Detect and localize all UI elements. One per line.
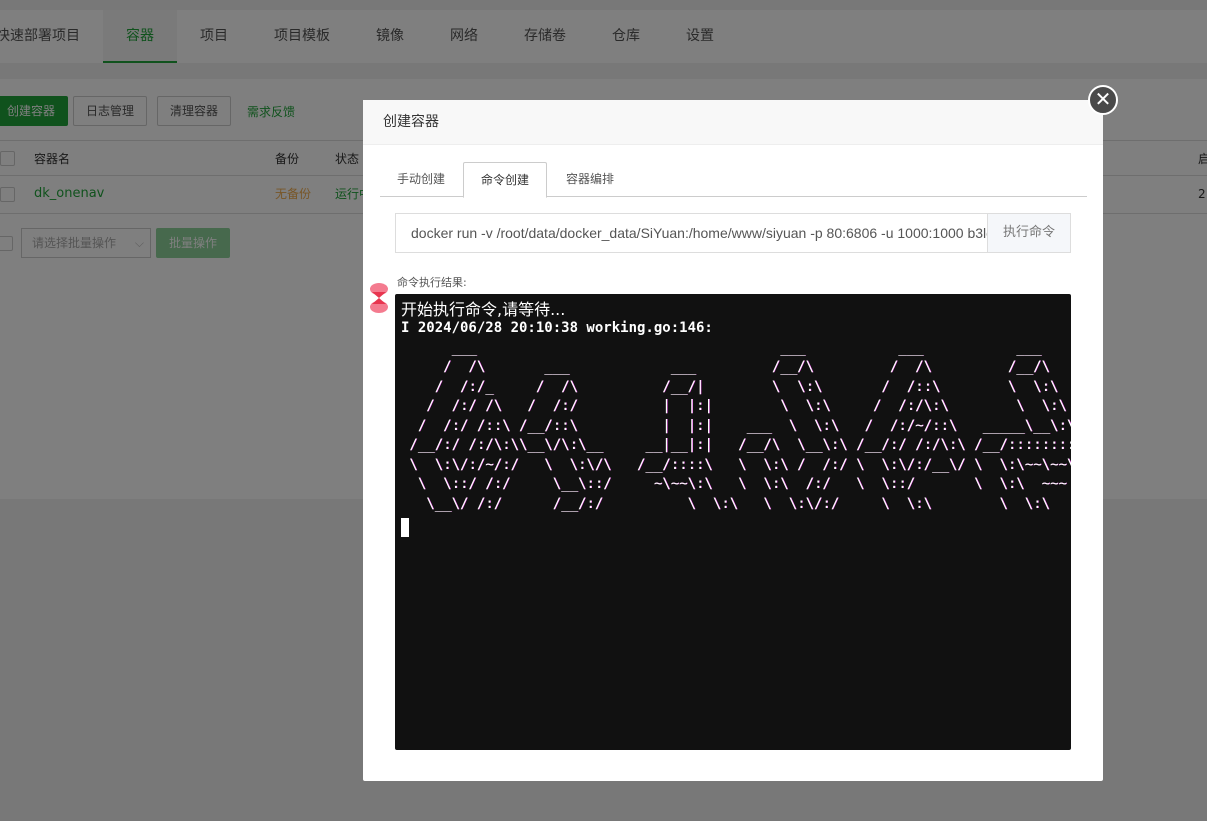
terminal-line: 开始执行命令,请等待... [401,300,566,319]
result-label: 命令执行结果: [397,276,467,289]
close-dialog-button[interactable]: ✕ [1088,85,1118,115]
terminal-cursor [401,518,409,537]
loading-icon [370,283,388,313]
close-icon: ✕ [1094,87,1112,111]
execute-command-button[interactable]: 执行命令 [987,213,1071,253]
create-container-dialog: 创建容器 手动创建 命令创建 容器编排 docker run -v /root/… [363,100,1103,781]
dialog-tabs: 手动创建 命令创建 容器编排 [380,162,1087,198]
dialog-title: 创建容器 [363,100,1103,145]
ascii-banner: ___ ___ ___ ___ / /\ ___ ___ /__/\ / /\ … [409,339,1071,512]
terminal-line: I 2024/06/28 20:10:38 working.go:146: [401,320,713,336]
terminal-output: 开始执行命令,请等待... I 2024/06/28 20:10:38 work… [395,294,1071,750]
tab-compose[interactable]: 容器编排 [549,162,631,197]
tab-command-create[interactable]: 命令创建 [463,162,548,198]
command-input[interactable]: docker run -v /root/data/docker_data/SiY… [395,213,988,253]
tab-manual-create[interactable]: 手动创建 [380,162,462,197]
